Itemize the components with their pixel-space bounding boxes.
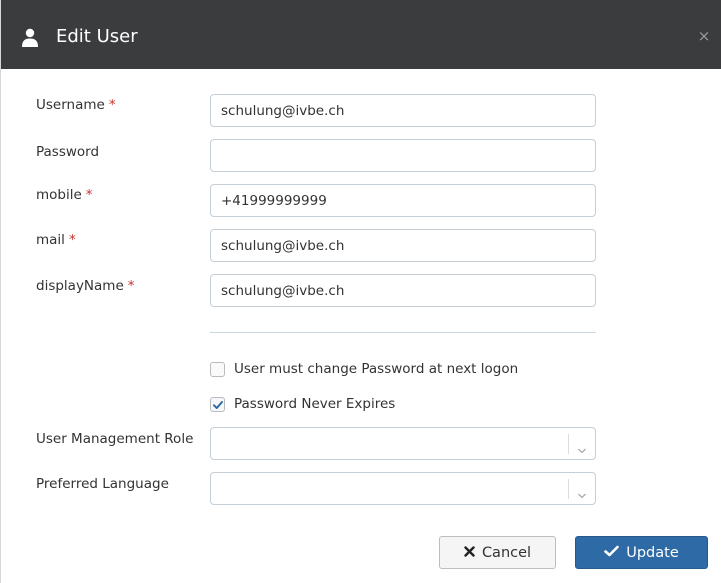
required-mark: * (68, 232, 76, 248)
dialog-header: Edit User × (1, 0, 721, 69)
must-change-password-label: User must change Password at next logon (234, 361, 519, 377)
select-separator (568, 434, 569, 454)
mobile-label-text: mobile (36, 187, 82, 203)
password-label: Password (36, 144, 99, 160)
required-mark: * (85, 187, 93, 203)
chevron-down-icon[interactable] (577, 440, 587, 454)
times-icon (464, 545, 475, 561)
required-mark: * (127, 278, 135, 294)
required-mark: * (108, 97, 116, 113)
password-never-expires-label: Password Never Expires (234, 396, 396, 412)
mobile-input[interactable] (210, 184, 596, 217)
chevron-down-icon[interactable] (577, 485, 587, 499)
role-select[interactable] (210, 427, 596, 460)
must-change-password-checkbox[interactable] (210, 361, 225, 377)
dialog-title: Edit User (56, 26, 138, 47)
cancel-button[interactable]: Cancel (439, 536, 556, 569)
form-divider (210, 332, 596, 333)
update-button[interactable]: Update (575, 536, 708, 569)
language-label: Preferred Language (36, 476, 169, 492)
mobile-label: mobile * (36, 187, 93, 203)
close-icon[interactable]: × (697, 28, 711, 44)
must-change-password-option[interactable]: User must change Password at next logon (210, 360, 518, 378)
language-label-text: Preferred Language (36, 476, 169, 492)
language-select[interactable] (210, 472, 596, 505)
role-label: User Management Role (36, 431, 193, 447)
password-input[interactable] (210, 139, 596, 172)
mail-input[interactable] (210, 229, 596, 262)
role-label-text: User Management Role (36, 431, 194, 447)
select-separator (568, 479, 569, 499)
username-label: Username * (36, 97, 116, 113)
edit-user-dialog: Edit User × Username* Password mobile* m… (0, 0, 721, 583)
username-input[interactable] (210, 94, 596, 127)
mail-label: mail * (36, 232, 76, 248)
password-never-expires-option[interactable]: Password Never Expires (210, 395, 395, 413)
update-button-label: Update (626, 544, 679, 561)
username-label-text: Username (36, 97, 105, 113)
password-label-text: Password (36, 144, 100, 160)
displayname-input[interactable] (210, 274, 596, 307)
cancel-button-label: Cancel (481, 544, 532, 561)
mail-label-text: mail (36, 232, 65, 248)
password-never-expires-checkbox[interactable] (210, 396, 225, 412)
check-icon (213, 400, 223, 409)
check-icon (604, 545, 620, 561)
user-icon (21, 28, 39, 47)
displayname-label-text: displayName (36, 278, 124, 294)
displayname-label: displayName * (36, 278, 135, 294)
